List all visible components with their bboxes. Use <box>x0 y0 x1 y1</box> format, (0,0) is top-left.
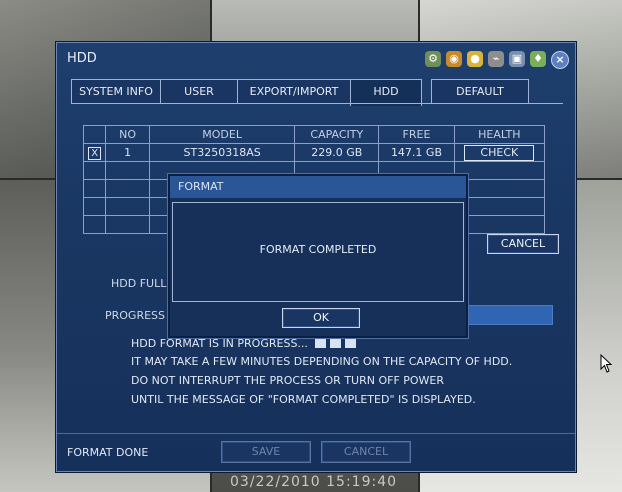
tab-export-import[interactable]: EXPORT/IMPORT <box>237 79 351 104</box>
info-line-2: DO NOT INTERRUPT THE PROCESS OR TURN OFF… <box>131 374 445 387</box>
row-model: ST3250318AS <box>148 143 296 162</box>
save-button[interactable]: SAVE <box>221 441 311 463</box>
header-free: FREE <box>378 125 455 144</box>
table-row[interactable]: X 1 ST3250318AS 229.0 GB 147.1 GB CHECK <box>82 143 546 162</box>
table-header-row: NO MODEL CAPACITY FREE HEALTH <box>82 125 546 144</box>
popup-title: FORMAT <box>170 176 466 198</box>
header-capacity: CAPACITY <box>294 125 380 144</box>
tab-hdd[interactable]: HDD <box>350 79 422 106</box>
window-title: HDD <box>67 51 97 66</box>
close-icon[interactable]: × <box>551 51 569 69</box>
header-no: NO <box>105 125 150 144</box>
status-text: FORMAT DONE <box>67 446 149 459</box>
toolbar-icons: ⚙ ◉ ● ⌁ ▣ ♦ × <box>425 51 569 69</box>
title-bar: HDD ⚙ ◉ ● ⌁ ▣ ♦ × <box>57 43 575 79</box>
progress-block-icon <box>315 337 327 348</box>
network-icon[interactable]: ⌁ <box>488 51 504 67</box>
progress-message: HDD FORMAT IS IN PROGRESS... <box>131 337 308 350</box>
row-health-cell: CHECK <box>453 143 546 162</box>
cancel-format-button[interactable]: CANCEL <box>487 234 559 254</box>
tab-divider <box>71 103 563 104</box>
popup-message: FORMAT COMPLETED <box>259 243 377 256</box>
row-checkbox[interactable]: X <box>88 146 102 160</box>
info-line-3: UNTIL THE MESSAGE OF "FORMAT COMPLETED" … <box>131 393 476 406</box>
ok-button[interactable]: OK <box>282 308 360 328</box>
check-button[interactable]: CHECK <box>464 144 535 161</box>
row-no: 1 <box>105 143 150 162</box>
lock-icon[interactable]: ♦ <box>530 51 546 67</box>
tab-default[interactable]: DEFAULT <box>431 79 529 104</box>
progress-block-icon <box>330 337 342 348</box>
progress-block-icon <box>345 337 357 348</box>
row-select-cell[interactable]: X <box>82 143 107 162</box>
tab-user[interactable]: USER <box>160 79 238 104</box>
tools-icon[interactable]: ⚙ <box>425 51 441 67</box>
popup-body: FORMAT COMPLETED <box>172 202 464 302</box>
record-icon[interactable]: ● <box>467 51 483 67</box>
footer-divider <box>57 433 575 434</box>
header-model: MODEL <box>148 125 296 144</box>
info-line-1: IT MAY TAKE A FEW MINUTES DEPENDING ON T… <box>131 355 513 368</box>
progress-label: PROGRESS <box>105 309 166 322</box>
mouse-pointer-icon <box>600 354 612 373</box>
header-health: HEALTH <box>453 125 546 144</box>
camera-icon[interactable]: ◉ <box>446 51 462 67</box>
row-capacity: 229.0 GB <box>294 143 380 162</box>
hdd-full-label: HDD FULL <box>111 277 167 290</box>
display-icon[interactable]: ▣ <box>509 51 525 67</box>
progress-message-line: HDD FORMAT IS IN PROGRESS... <box>131 337 357 350</box>
tab-system-info[interactable]: SYSTEM INFO <box>71 79 161 104</box>
tab-bar: SYSTEM INFO USER EXPORT/IMPORT HDD DEFAU… <box>71 79 563 106</box>
header-select <box>82 125 107 144</box>
format-popup: FORMAT FORMAT COMPLETED OK <box>168 174 468 338</box>
timestamp: 03/22/2010 15:19:40 <box>230 474 398 490</box>
row-free: 147.1 GB <box>378 143 455 162</box>
cancel-button[interactable]: CANCEL <box>321 441 411 463</box>
